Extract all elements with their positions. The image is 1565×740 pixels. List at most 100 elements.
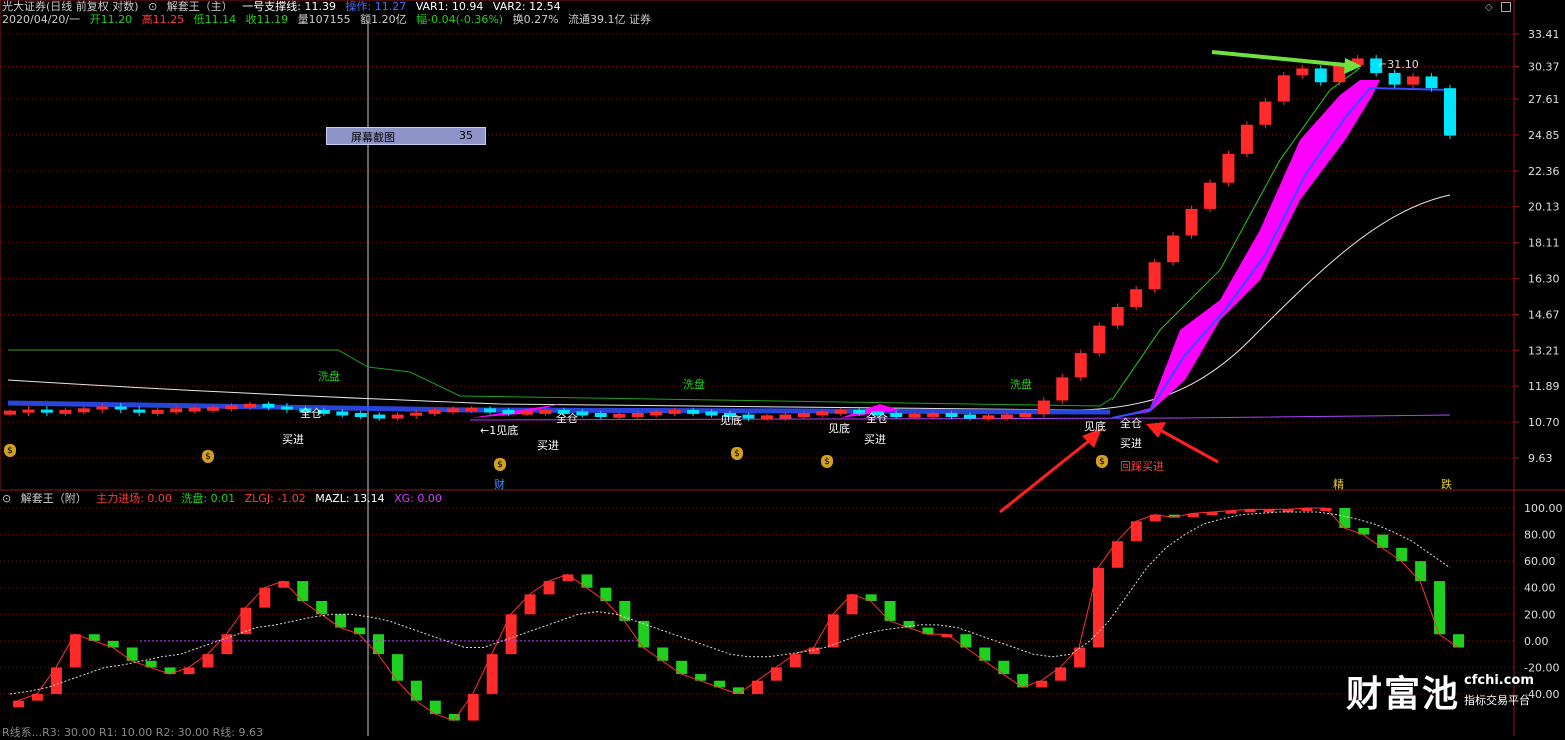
candle [1111,306,1124,326]
osc-bar [467,694,479,721]
candle [1240,124,1253,154]
osc-bar [278,581,290,588]
osc-bar [865,594,877,601]
osc-bar [1339,508,1351,528]
candle [1148,262,1161,290]
candle [982,415,995,420]
mazl-value: MAZL: 13.14 [315,492,385,505]
square-icon[interactable] [1501,2,1511,12]
candle [834,409,847,414]
high-price: 高11.25 [141,13,185,26]
candle [225,405,238,410]
osc-bar [1055,667,1067,681]
float-cap-value: 流通39.1亿 证券 [568,13,652,26]
osc-bar [903,620,915,628]
open-price: 开11.20 [89,13,133,26]
candle [1351,58,1364,66]
money-bag-icon: $ [731,447,743,460]
upper-band-line [8,349,1113,407]
zljc-value: 主力进场: 0.00 [96,492,172,505]
screenshot-box[interactable]: 屏幕截图 35 [326,127,486,145]
operate-line-blue [1111,86,1451,419]
osc-bar [1149,514,1161,522]
osc-bar [770,667,782,681]
price-tick-label: 27.61 [1528,93,1560,106]
osc-bar [638,620,650,648]
candle [170,408,183,413]
money-bag-icon: $ [494,458,506,471]
zlgj-value: ZLGJ: -1.02 [244,492,306,505]
price-tick-label: 14.67 [1528,309,1560,322]
candle [484,408,496,413]
diamond-icon[interactable]: ◇ [1485,2,1493,13]
candle [520,410,533,415]
osc-bar [941,634,953,638]
osc-bar [695,674,707,681]
candle [705,411,718,416]
price-tick-label: 13.21 [1528,344,1560,357]
money-bag-icon: $ [1096,455,1108,468]
osc-tick-label: 0.00 [1524,635,1549,648]
red-arrow-right-head [1146,422,1166,438]
red-arrow-left [999,438,1091,514]
candle [336,411,349,416]
osc-bar [1130,521,1142,542]
signal-mairu-3: 买进 [864,433,886,446]
amount-value: 额1.20亿 [360,13,407,26]
quote-header: 2020/04/20/一 开11.20 高11.25 低11.14 收11.19… [2,13,657,27]
signal-xipan-3: 洗盘 [1010,378,1032,391]
candle [927,412,940,417]
candle [151,409,164,414]
osc-bar [50,667,62,694]
candle [613,413,626,418]
osc-bar [846,594,858,615]
price-tick-label: 22.36 [1528,165,1560,178]
watermark-logo: 财富池 [1346,674,1461,715]
osc-bar [13,700,24,708]
osc-bar [448,713,460,721]
osc-bar [221,634,233,655]
sub-indicator-settings-icon[interactable]: ⊙ [2,492,11,505]
main-panel-frame [0,0,1515,491]
candle [133,409,146,413]
candle [428,409,441,414]
quote-date: 2020/04/20/一 [2,13,81,26]
osc-bar [486,654,498,694]
osc-bar [1093,567,1104,648]
signal-die: 跌 [1441,478,1452,491]
candle [502,409,515,414]
signal-jing: 精 [1333,478,1344,491]
candle [1204,182,1216,209]
osc-bar [676,660,688,675]
candle [1425,76,1438,89]
candle [1074,353,1087,378]
signal-jiandi-1: 见底 [720,414,742,427]
indicator-settings-icon[interactable]: ⊙ [148,0,157,13]
var2-value: VAR2: 12.54 [492,0,561,13]
osc-bar [297,581,309,601]
osc-bar [714,680,726,688]
osc-bar [884,601,896,621]
candle [576,411,589,416]
osc-bar [373,634,384,655]
osc-bar [543,581,555,595]
sub-indicator-name[interactable]: 解套王（附） [21,492,87,505]
main-indicator-name[interactable]: 解套王（主） [167,0,233,13]
candle [760,415,773,420]
osc-tick-label: 40.00 [1524,582,1556,595]
candle [447,408,460,413]
candle [1388,72,1401,85]
signal-mairu-4: 买进 [1120,437,1142,450]
osc-bar [69,634,81,668]
price-tick-label: 11.89 [1528,380,1560,393]
candle [742,414,755,419]
osc-tick-label: 20.00 [1524,608,1556,621]
candle [779,414,792,419]
osc-bar [1282,509,1294,513]
screenshot-value: 35 [459,129,473,142]
osc-bar [1263,509,1275,513]
candle [1167,235,1180,263]
money-bag-icon: $ [821,455,833,468]
bottom-indicator-label: R线系...R3: 30.00 R1: 10.00 R2: 30.00 R线: … [2,726,263,739]
candle [816,411,829,416]
